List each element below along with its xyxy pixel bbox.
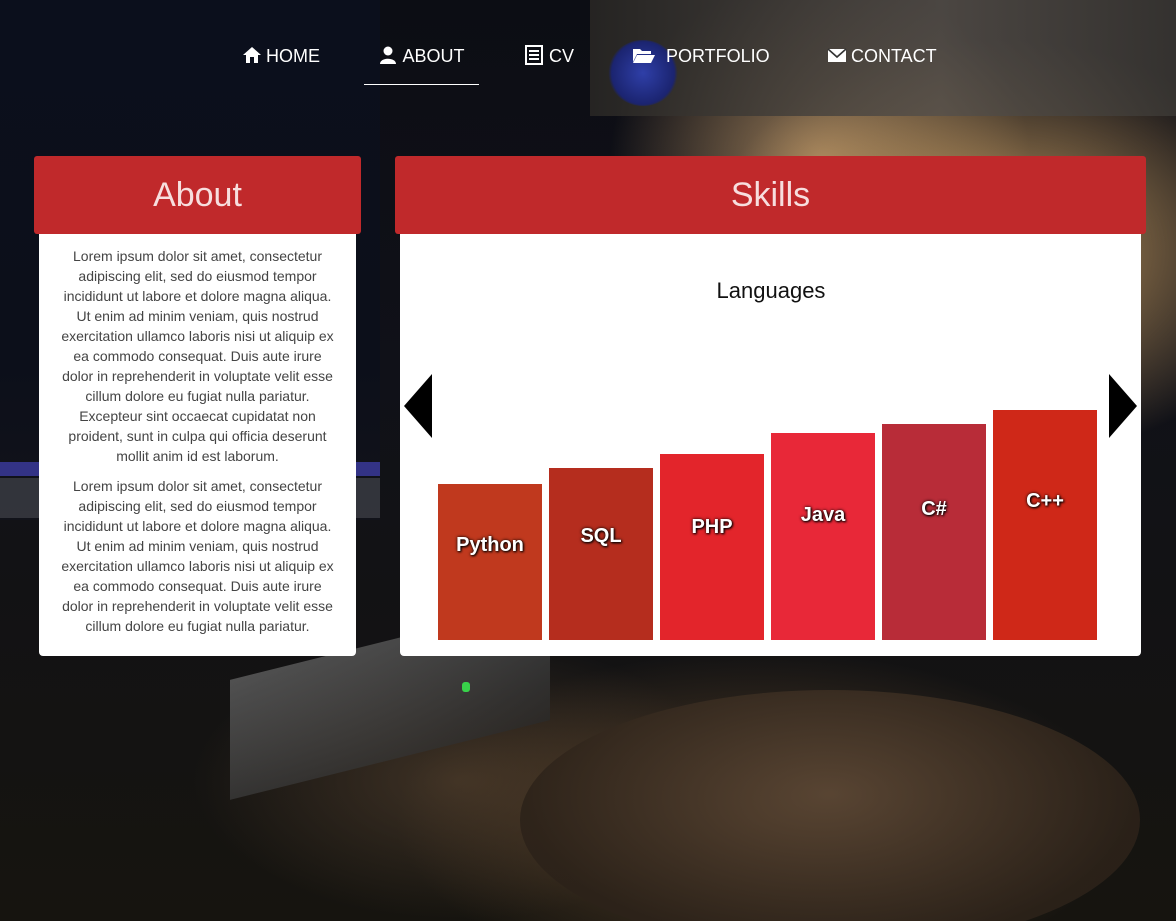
nav-cv-label: CV [549, 46, 575, 66]
about-paragraph-1: Lorem ipsum dolor sit amet, consectetur … [61, 248, 334, 464]
chart-bar-sql [549, 467, 653, 640]
nav-cv[interactable]: CV [525, 44, 574, 84]
folder-open-icon [632, 45, 656, 65]
chart-bar-label: SQL [580, 524, 622, 547]
nav-portfolio-label: PORTFOLIO [666, 46, 770, 66]
chart-bar-label: Python [456, 534, 524, 557]
skills-bar-chart: Python SQL PHP Java C# C++ [400, 234, 1141, 656]
home-icon [242, 45, 262, 65]
chart-bar-java [771, 433, 875, 640]
carousel-prev-arrow-icon[interactable] [404, 374, 432, 438]
background-turntable [520, 690, 1140, 921]
nav-portfolio[interactable]: PORTFOLIO [632, 44, 770, 84]
nav-about-label: ABOUT [402, 46, 465, 66]
about-panel: Lorem ipsum dolor sit amet, consectetur … [39, 234, 356, 656]
document-list-icon [525, 45, 545, 65]
chart-bar-csharp [882, 423, 986, 640]
chart-bar-label: C++ [1026, 490, 1064, 512]
carousel-next-arrow-icon[interactable] [1109, 374, 1137, 438]
chart-bar-label: Java [800, 503, 846, 526]
user-icon [378, 45, 398, 65]
chart-bar-label: PHP [691, 516, 733, 539]
nav-home[interactable]: HOME [242, 44, 320, 84]
chart-bar-php [660, 453, 764, 640]
top-navigation: HOME ABOUT CV PORTFOLIO CONTACT [0, 0, 1176, 116]
nav-contact[interactable]: CONTACT [827, 44, 937, 84]
background-led [462, 682, 470, 692]
chart-bar-label: C# [921, 498, 947, 521]
nav-about[interactable]: ABOUT [364, 44, 479, 85]
chart-bar-cpp [993, 410, 1097, 640]
nav-contact-label: CONTACT [851, 46, 937, 66]
skills-title: Skills [730, 175, 811, 214]
about-title: About [153, 175, 242, 214]
chart-bar-python [438, 483, 542, 640]
envelope-icon [827, 45, 847, 65]
about-paragraph-2: Lorem ipsum dolor sit amet, consectetur … [61, 478, 334, 634]
nav-home-label: HOME [266, 46, 320, 66]
about-header: About [34, 156, 361, 234]
skills-header: Skills [395, 156, 1146, 234]
skills-panel: Languages Python SQL PHP Java C# C++ [400, 234, 1141, 656]
